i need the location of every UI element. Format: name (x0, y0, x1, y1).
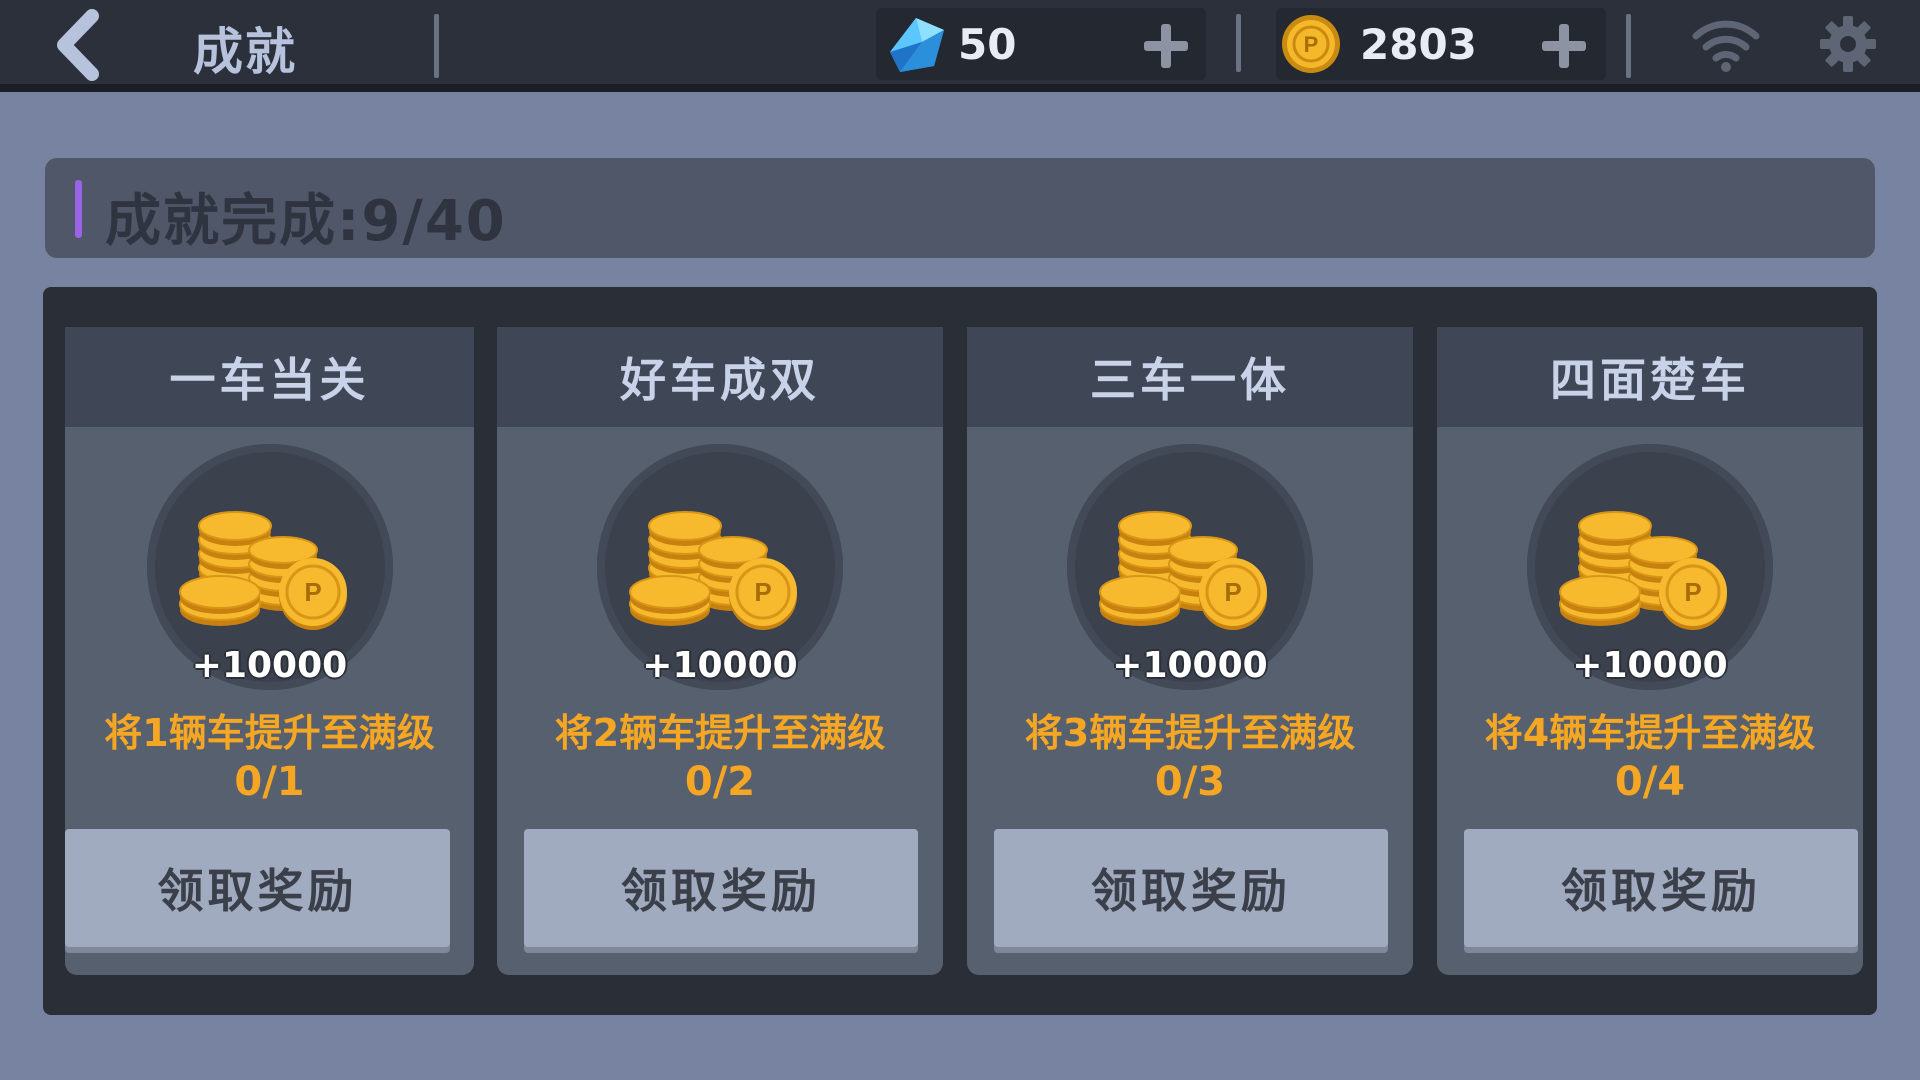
claim-reward-button[interactable]: 领取奖励 (1464, 829, 1858, 947)
task-progress: 0/1 (234, 759, 305, 805)
claim-reward-label: 领取奖励 (1091, 864, 1291, 918)
card-header: 好车成双 (497, 327, 943, 427)
divider (1236, 14, 1241, 72)
card-title: 四面楚车 (1550, 353, 1750, 407)
svg-text:P: P (1304, 32, 1319, 57)
svg-text:P: P (754, 577, 771, 607)
divider (1626, 14, 1631, 78)
card-header: 一车当关 (65, 327, 474, 427)
achievement-card: 好车成双 P +10000 将2辆车提升至满级 0/2 领取奖励 (497, 327, 943, 975)
achievement-panel: 一车当关 P +10000 将1辆车提升至满级 0/1 领取奖励 好车成双 P … (43, 287, 1877, 1015)
svg-text:P: P (304, 577, 321, 607)
coin-stack-icon: P (178, 511, 347, 630)
card-title: 好车成双 (620, 353, 820, 407)
wifi-icon (1692, 20, 1760, 72)
task-progress: 0/4 (1614, 759, 1686, 805)
reward-amount: +10000 (191, 645, 348, 686)
card-title: 三车一体 (1090, 353, 1290, 407)
coin-count: 2803 (1360, 20, 1477, 69)
task-description: 将2辆车提升至满级 (554, 711, 886, 755)
task-progress: 0/3 (1154, 759, 1226, 805)
divider (434, 14, 439, 78)
claim-reward-button[interactable]: 领取奖励 (524, 829, 918, 947)
accent-bar (75, 180, 82, 238)
progress-text: 成就完成:9/40 (105, 189, 507, 254)
coin-stack-icon: P (1099, 511, 1267, 630)
add-gems-button[interactable] (1144, 24, 1188, 68)
card-header: 四面楚车 (1437, 327, 1863, 427)
claim-reward-button[interactable]: 领取奖励 (994, 829, 1388, 947)
coin-stack-icon: P (629, 511, 797, 630)
claim-reward-label: 领取奖励 (621, 864, 821, 918)
achievement-card: 三车一体 P +10000 将3辆车提升至满级 0/3 领取奖励 (967, 327, 1413, 975)
coin-icon: P (1282, 15, 1340, 73)
task-description: 将1辆车提升至满级 (104, 711, 435, 755)
add-coins-button[interactable] (1542, 24, 1586, 68)
back-button[interactable] (44, 6, 114, 84)
gem-count: 50 (958, 20, 1017, 69)
svg-text:P: P (1224, 577, 1241, 607)
task-progress: 0/2 (684, 759, 756, 805)
reward-amount: +10000 (1112, 645, 1268, 686)
claim-reward-button[interactable]: 领取奖励 (65, 829, 450, 947)
coin-stack-icon: P (1559, 511, 1727, 630)
top-bar: 成就 50 P 2803 (0, 0, 1920, 92)
gem-counter: 50 (876, 8, 1206, 80)
task-description: 将3辆车提升至满级 (1024, 711, 1356, 755)
chevron-left-icon (57, 9, 99, 81)
card-header: 三车一体 (967, 327, 1413, 427)
achievement-card: 四面楚车 P +10000 将4辆车提升至满级 0/4 领取奖励 (1437, 327, 1863, 975)
reward-amount: +10000 (1572, 645, 1728, 686)
svg-text:P: P (1684, 577, 1701, 607)
achievement-progress: 成就完成:9/40 (45, 158, 1875, 258)
reward-amount: +10000 (642, 645, 798, 686)
gear-icon[interactable] (1818, 14, 1878, 74)
gem-icon (890, 18, 944, 72)
claim-reward-label: 领取奖励 (157, 864, 358, 918)
claim-reward-label: 领取奖励 (1561, 864, 1761, 918)
page-title: 成就 (193, 23, 297, 81)
achievement-card: 一车当关 P +10000 将1辆车提升至满级 0/1 领取奖励 (65, 327, 474, 975)
card-title: 一车当关 (169, 353, 370, 407)
task-description: 将4辆车提升至满级 (1484, 711, 1816, 755)
coin-counter: P 2803 (1276, 8, 1606, 80)
